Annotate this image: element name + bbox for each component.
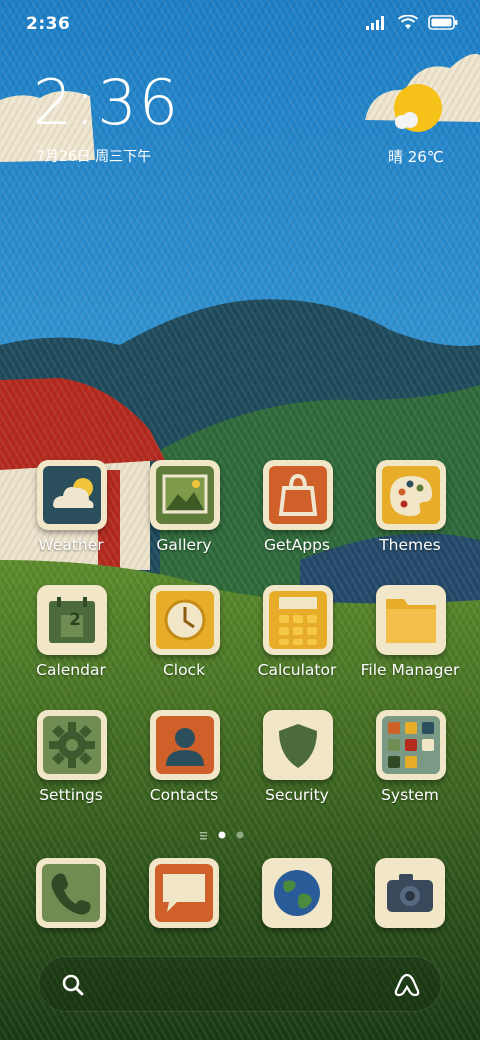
camera-icon [381, 864, 439, 922]
app-label: Clock [162, 661, 206, 679]
dock-messages[interactable] [149, 858, 219, 928]
signal-icon [366, 15, 384, 30]
browser-globe-icon [268, 864, 326, 922]
app-system-folder[interactable]: System [354, 710, 466, 820]
app-calendar[interactable]: 2 Calendar [15, 585, 127, 695]
app-icon-frame [263, 585, 333, 655]
app-icon-frame [263, 710, 333, 780]
getapps-icon [269, 466, 327, 524]
app-icon-frame [263, 460, 333, 530]
wifi-icon [398, 15, 418, 29]
search-icon [62, 974, 84, 996]
calculator-icon [269, 591, 327, 649]
app-icon-frame [37, 710, 107, 780]
app-icon-frame [150, 460, 220, 530]
app-calculator[interactable]: Calculator [241, 585, 353, 695]
app-weather[interactable]: Weather [15, 460, 127, 570]
app-label: Calendar [36, 661, 106, 679]
folder-icon [382, 591, 440, 649]
app-label: System [381, 786, 439, 804]
weather-icon [43, 466, 101, 524]
app-label: Themes [379, 536, 441, 554]
dock-camera[interactable] [375, 858, 445, 928]
app-getapps[interactable]: GetApps [241, 460, 353, 570]
gear-icon [43, 716, 101, 774]
gallery-icon [156, 466, 214, 524]
app-label: Settings [39, 786, 103, 804]
battery-icon [428, 15, 458, 30]
app-file-manager[interactable]: File Manager [354, 585, 466, 695]
status-time: 2:36 [26, 14, 71, 34]
app-icon-frame [37, 460, 107, 530]
app-icon-frame [150, 710, 220, 780]
status-bar: 2:36 [0, 0, 480, 50]
app-icon-frame [376, 585, 446, 655]
app-label: File Manager [360, 661, 460, 679]
page-indicator-list-icon [200, 832, 207, 834]
page-indicator[interactable] [200, 829, 280, 841]
system-folder-icon [382, 716, 440, 774]
app-security[interactable]: Security [241, 710, 353, 820]
page-dot-active [218, 831, 226, 839]
shield-icon [269, 716, 327, 774]
app-icon-frame [376, 460, 446, 530]
app-label: Gallery [156, 536, 212, 554]
clock-widget-date[interactable]: 7月26日 周三下午 [36, 146, 151, 166]
app-gallery[interactable]: Gallery [128, 460, 240, 570]
search-bar[interactable] [38, 956, 442, 1012]
calendar-day-number: 2 [69, 610, 81, 630]
status-icons [366, 15, 458, 30]
clock-icon [156, 591, 214, 649]
phone-icon [42, 864, 100, 922]
app-icon-frame [150, 585, 220, 655]
app-themes[interactable]: Themes [354, 460, 466, 570]
sun-icon[interactable] [390, 84, 446, 136]
clock-widget-time[interactable]: 2:36 [33, 72, 180, 134]
messages-icon [155, 864, 213, 922]
app-label: Security [265, 786, 329, 804]
app-icon-frame [376, 710, 446, 780]
app-label: Calculator [257, 661, 337, 679]
app-label: Contacts [149, 786, 219, 804]
app-settings[interactable]: Settings [15, 710, 127, 820]
assistant-icon[interactable] [393, 971, 421, 999]
app-label: GetApps [264, 536, 330, 554]
app-clock[interactable]: Clock [128, 585, 240, 695]
app-contacts[interactable]: Contacts [128, 710, 240, 820]
page-dot [236, 831, 244, 839]
app-label: Weather [38, 536, 104, 554]
weather-widget-text[interactable]: 晴 26℃ [388, 146, 444, 167]
dock-phone[interactable] [36, 858, 106, 928]
person-icon [156, 716, 214, 774]
themes-icon [382, 466, 440, 524]
dock-browser[interactable] [262, 858, 332, 928]
